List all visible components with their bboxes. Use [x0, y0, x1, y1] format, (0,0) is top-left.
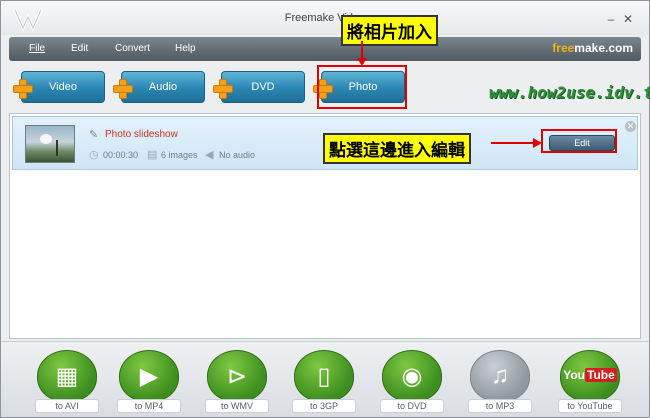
menu-edit[interactable]: Edit [71, 43, 88, 54]
add-dvd-button[interactable]: DVD [213, 71, 305, 103]
title-bar: Freemake Video – ✕ [1, 1, 649, 35]
add-audio-button[interactable]: Audio [113, 71, 205, 103]
window-title: Freemake Video [284, 12, 366, 24]
minimize-icon[interactable]: – [604, 12, 618, 26]
youtube-logo-icon: You Tube [563, 368, 617, 382]
media-player-icon: ▶ [139, 363, 159, 390]
edit-callout: 點選這邊進入編輯 [323, 133, 471, 164]
rename-pencil-icon[interactable]: ✎ [89, 128, 98, 141]
menu-bar: File Edit Convert Help freemake.com [9, 37, 641, 61]
windows-media-icon: ⊳ [226, 363, 248, 390]
to-3gp-button[interactable]: ▯ to 3GP [288, 350, 360, 416]
clapperboard-icon: ▦ [55, 363, 79, 390]
menu-convert[interactable]: Convert [115, 43, 150, 54]
convert-bar: ▦ to AVI ▶ to MP4 ⊳ to WMV ▯ to 3GP ◉ to… [1, 341, 649, 417]
menu-help[interactable]: Help [175, 43, 196, 54]
edit-arrow-icon [491, 138, 542, 148]
close-window-icon[interactable]: ✕ [621, 12, 635, 26]
item-image-count: 6 images [161, 150, 198, 160]
edit-highlight-box [541, 129, 617, 153]
to-dvd-button[interactable]: ◉ to DVD [376, 350, 448, 416]
item-duration: 00:00:30 [103, 150, 139, 160]
menu-file[interactable]: File [29, 43, 45, 54]
to-youtube-button[interactable]: You Tube to YouTube [554, 350, 626, 416]
disc-icon: ◉ [401, 363, 423, 390]
film-icon: ▤ [147, 149, 158, 161]
brand-link[interactable]: freemake.com [552, 41, 633, 55]
to-mp3-button[interactable]: ♫ to MP3 [464, 350, 536, 416]
slideshow-thumbnail [25, 125, 75, 163]
clock-icon: ◷ [89, 149, 99, 161]
speaker-icon: ◀ [205, 149, 214, 161]
item-title: Photo slideshow [105, 129, 178, 140]
site-watermark: www.how2use.idv.tw [489, 83, 650, 102]
earphones-icon: ♫ [491, 362, 509, 389]
remove-item-icon[interactable]: ✕ [625, 121, 636, 132]
to-wmv-button[interactable]: ⊳ to WMV [201, 350, 273, 416]
to-avi-button[interactable]: ▦ to AVI [31, 350, 103, 416]
app-window: Freemake Video – ✕ File Edit Convert Hel… [0, 0, 650, 418]
phone-icon: ▯ [317, 363, 331, 390]
add-video-button[interactable]: Video [13, 71, 105, 103]
item-audio: No audio [219, 150, 256, 160]
photo-highlight-box [317, 65, 407, 109]
to-mp4-button[interactable]: ▶ to MP4 [113, 350, 185, 416]
callout-arrow-icon [357, 41, 367, 66]
